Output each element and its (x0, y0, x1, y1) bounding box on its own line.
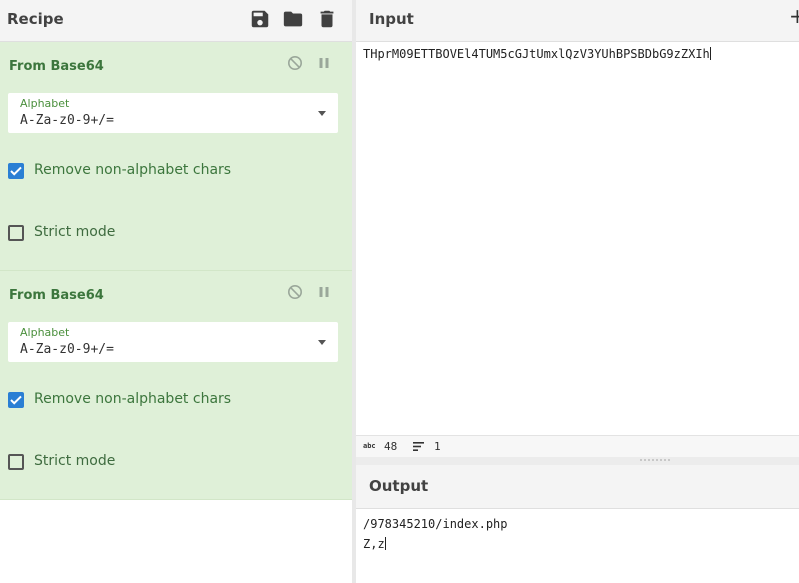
output-line: Z,z (363, 537, 385, 551)
dropdown-caret-icon (318, 340, 326, 345)
alphabet-select[interactable]: Alphabet A-Za-z0-9+/= (8, 93, 338, 133)
output-line: /978345210/index.php (363, 517, 508, 531)
pause-icon[interactable] (316, 55, 332, 71)
add-tab-button[interactable]: + (789, 4, 799, 28)
checkbox-checked-icon[interactable] (8, 163, 24, 179)
save-icon[interactable] (249, 8, 271, 30)
alphabet-label: Alphabet (20, 97, 70, 110)
operation-title: From Base64 (9, 59, 104, 74)
output-title: Output (369, 477, 429, 495)
alphabet-select[interactable]: Alphabet A-Za-z0-9+/= (8, 322, 338, 362)
disable-icon[interactable] (287, 55, 303, 71)
input-header: Input + (356, 0, 799, 42)
pause-icon[interactable] (316, 284, 332, 300)
remove-non-alphabet-label: Remove non-alphabet chars (34, 391, 232, 407)
recipe-pane: Recipe From Base64 Alphabet A-Za-z0-9+/= (0, 0, 352, 583)
strict-mode-label: Strict mode (34, 224, 116, 240)
strict-mode-label: Strict mode (34, 453, 116, 469)
alphabet-value: A-Za-z0-9+/= (20, 342, 114, 357)
dropdown-caret-icon (318, 111, 326, 116)
output-area[interactable]: /978345210/index.php Z,z (363, 514, 508, 554)
input-value: THprM09ETTBOVEl4TUM5cGJtUmxlQzV3YUhBPSBD… (363, 47, 710, 61)
lines-icon (413, 442, 424, 451)
input-length: 48 (384, 440, 398, 453)
text-cursor (709, 47, 711, 60)
output-header: Output (356, 465, 799, 509)
recipe-header: Recipe (0, 0, 352, 42)
operation-from-base64[interactable]: From Base64 Alphabet A-Za-z0-9+/= Remove… (0, 271, 352, 500)
checkbox-unchecked-icon[interactable] (8, 454, 24, 470)
io-divider[interactable] (356, 457, 799, 465)
remove-non-alphabet-label: Remove non-alphabet chars (34, 162, 232, 178)
checkbox-checked-icon[interactable] (8, 392, 24, 408)
input-textarea[interactable]: THprM09ETTBOVEl4TUM5cGJtUmxlQzV3YUhBPSBD… (363, 47, 711, 61)
recipe-title: Recipe (7, 10, 64, 28)
resize-grip-icon[interactable] (640, 459, 670, 464)
input-title: Input (369, 10, 414, 28)
length-icon: abc (363, 442, 376, 450)
operation-from-base64[interactable]: From Base64 Alphabet A-Za-z0-9+/= Remove… (0, 42, 352, 271)
text-cursor (384, 537, 386, 550)
disable-icon[interactable] (287, 284, 303, 300)
input-lines: 1 (434, 440, 441, 453)
input-status-bar: abc 48 1 (356, 435, 799, 458)
operation-title: From Base64 (9, 288, 104, 303)
trash-icon[interactable] (316, 8, 338, 30)
folder-icon[interactable] (282, 8, 304, 30)
alphabet-value: A-Za-z0-9+/= (20, 113, 114, 128)
checkbox-unchecked-icon[interactable] (8, 225, 24, 241)
alphabet-label: Alphabet (20, 326, 70, 339)
